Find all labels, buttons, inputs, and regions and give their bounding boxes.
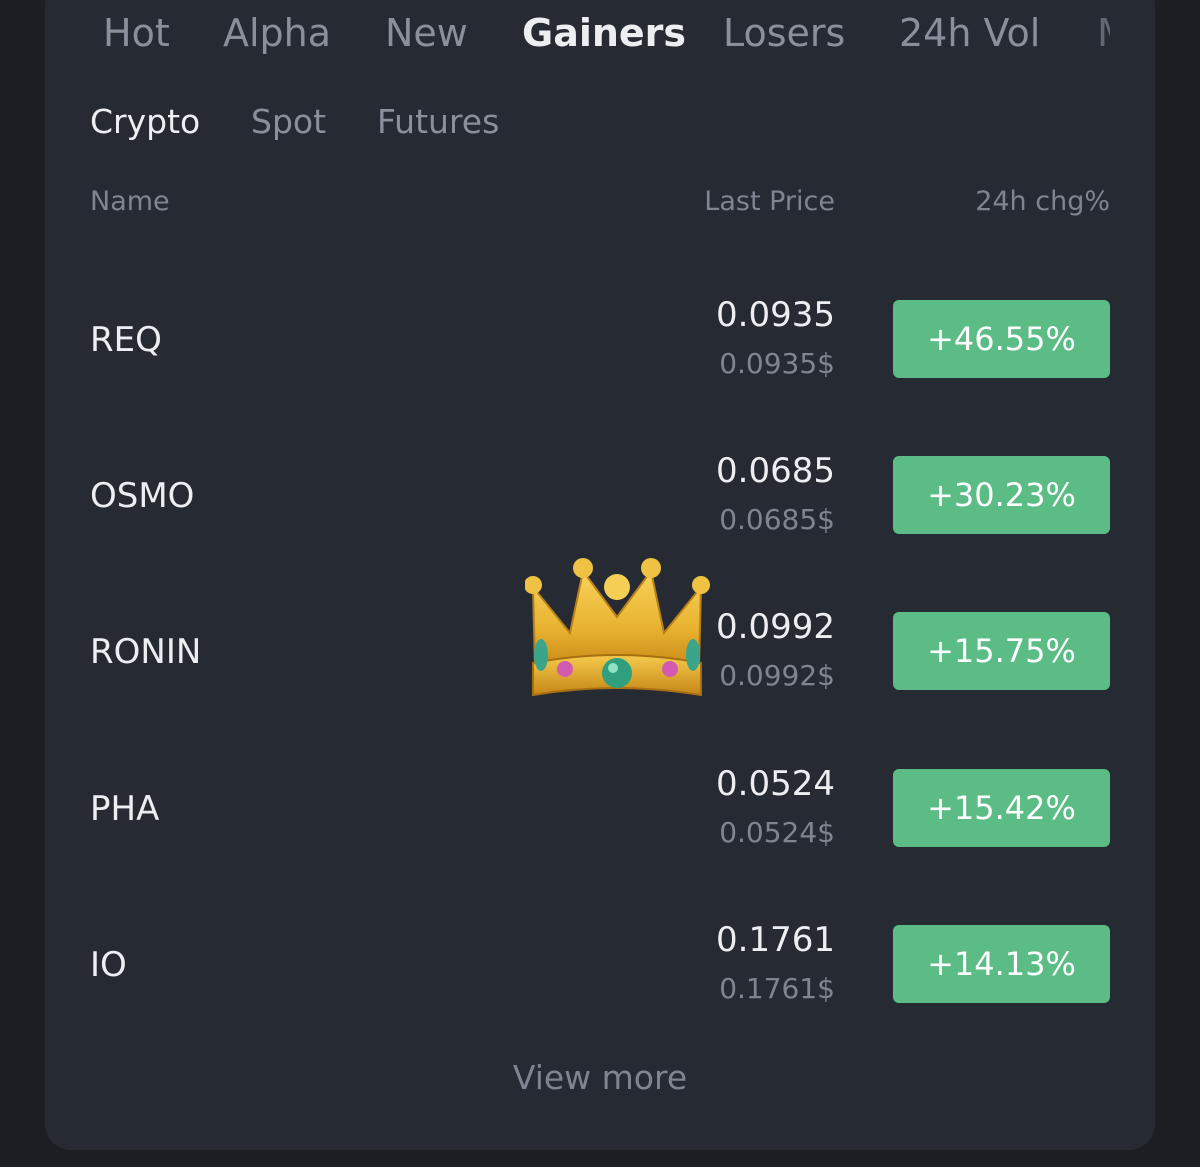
- subtab-spot[interactable]: Spot: [251, 102, 326, 142]
- row-change-badge[interactable]: +30.23%: [893, 456, 1110, 534]
- row-price: 0.1761: [716, 920, 835, 960]
- table-row[interactable]: OSMO 0.0685 0.0685$ +30.23%: [45, 451, 1155, 556]
- tab-hot[interactable]: Hot: [103, 8, 170, 58]
- table-row[interactable]: IO 0.1761 0.1761$ +14.13%: [45, 920, 1155, 1025]
- row-price-usd: 0.1761$: [719, 972, 835, 1005]
- tab-alpha[interactable]: Alpha: [223, 8, 331, 58]
- subtab-futures[interactable]: Futures: [377, 102, 499, 142]
- row-symbol: IO: [90, 945, 127, 985]
- row-change-badge[interactable]: +46.55%: [893, 300, 1110, 378]
- crown-icon: [525, 558, 710, 697]
- row-price: 0.0935: [716, 295, 835, 335]
- row-symbol: OSMO: [90, 476, 195, 516]
- tab-24h-vol[interactable]: 24h Vol: [899, 8, 1040, 58]
- row-symbol: RONIN: [90, 632, 202, 672]
- row-price-usd: 0.0524$: [719, 816, 835, 849]
- row-price: 0.0524: [716, 764, 835, 804]
- tab-more-clipped[interactable]: M: [1097, 8, 1110, 58]
- column-header-name[interactable]: Name: [90, 186, 170, 218]
- column-header-last-price[interactable]: Last Price: [704, 186, 835, 218]
- tab-gainers[interactable]: Gainers: [522, 8, 686, 58]
- view-more-link[interactable]: View more: [45, 1058, 1155, 1098]
- market-panel: Hot Alpha New Gainers Losers 24h Vol M C…: [45, 0, 1155, 1150]
- table-row[interactable]: REQ 0.0935 0.0935$ +46.55%: [45, 295, 1155, 400]
- row-symbol: REQ: [90, 320, 162, 360]
- row-price: 0.0685: [716, 451, 835, 491]
- category-tabs: Hot Alpha New Gainers Losers 24h Vol M: [45, 0, 1110, 70]
- subtab-crypto[interactable]: Crypto: [90, 102, 200, 142]
- row-symbol: PHA: [90, 789, 160, 829]
- row-price: 0.0992: [716, 607, 835, 647]
- row-price-usd: 0.0685$: [719, 503, 835, 536]
- row-price-usd: 0.0992$: [719, 659, 835, 692]
- row-change-badge[interactable]: +14.13%: [893, 925, 1110, 1003]
- column-header-change[interactable]: 24h chg%: [975, 186, 1110, 218]
- row-change-badge[interactable]: +15.75%: [893, 612, 1110, 690]
- tab-new[interactable]: New: [385, 8, 468, 58]
- table-row[interactable]: PHA 0.0524 0.0524$ +15.42%: [45, 764, 1155, 869]
- row-change-badge[interactable]: +15.42%: [893, 769, 1110, 847]
- row-price-usd: 0.0935$: [719, 347, 835, 380]
- tab-losers[interactable]: Losers: [723, 8, 845, 58]
